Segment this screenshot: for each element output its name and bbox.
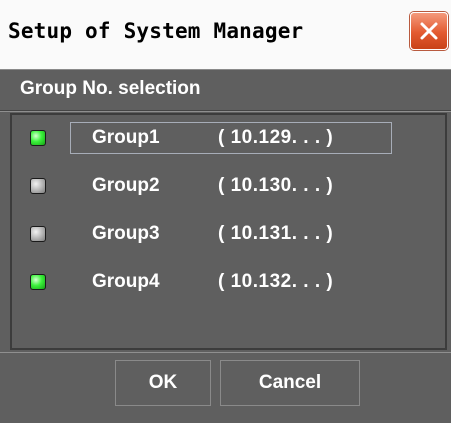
group-address: ( 10.130. . . ) bbox=[218, 175, 334, 196]
group-address: ( 10.129. . . ) bbox=[218, 127, 334, 148]
group-selection-heading: Group No. selection bbox=[20, 78, 201, 99]
group-row-1[interactable]: Group1 ( 10.129. . . ) bbox=[12, 115, 445, 163]
dialog-body: Group No. selection Group1 ( 10.129. . .… bbox=[0, 70, 451, 423]
group-list: Group1 ( 10.129. . . ) Group2 ( 10.130. … bbox=[10, 113, 447, 350]
group-row-2[interactable]: Group2 ( 10.130. . . ) bbox=[12, 163, 445, 211]
close-button[interactable] bbox=[410, 12, 448, 50]
close-icon bbox=[420, 22, 438, 40]
divider bbox=[0, 352, 451, 353]
group-row-4[interactable]: Group4 ( 10.132. . . ) bbox=[12, 259, 445, 307]
group-address: ( 10.132. . . ) bbox=[218, 271, 334, 292]
group-name: Group4 bbox=[92, 271, 160, 292]
title-bar[interactable]: Setup of System Manager bbox=[0, 0, 451, 70]
group-row-3[interactable]: Group3 ( 10.131. . . ) bbox=[12, 211, 445, 259]
group-name: Group2 bbox=[92, 175, 160, 196]
group-address: ( 10.131. . . ) bbox=[218, 223, 334, 244]
cancel-button[interactable]: Cancel bbox=[220, 360, 360, 406]
status-led-on-icon bbox=[30, 274, 46, 290]
ok-button[interactable]: OK bbox=[115, 360, 211, 406]
group-name: Group3 bbox=[92, 223, 160, 244]
window-title: Setup of System Manager bbox=[8, 19, 304, 43]
group-name: Group1 bbox=[92, 127, 160, 148]
status-led-on-icon bbox=[30, 130, 46, 146]
status-led-off-icon bbox=[30, 178, 46, 194]
divider bbox=[0, 111, 451, 112]
status-led-off-icon bbox=[30, 226, 46, 242]
